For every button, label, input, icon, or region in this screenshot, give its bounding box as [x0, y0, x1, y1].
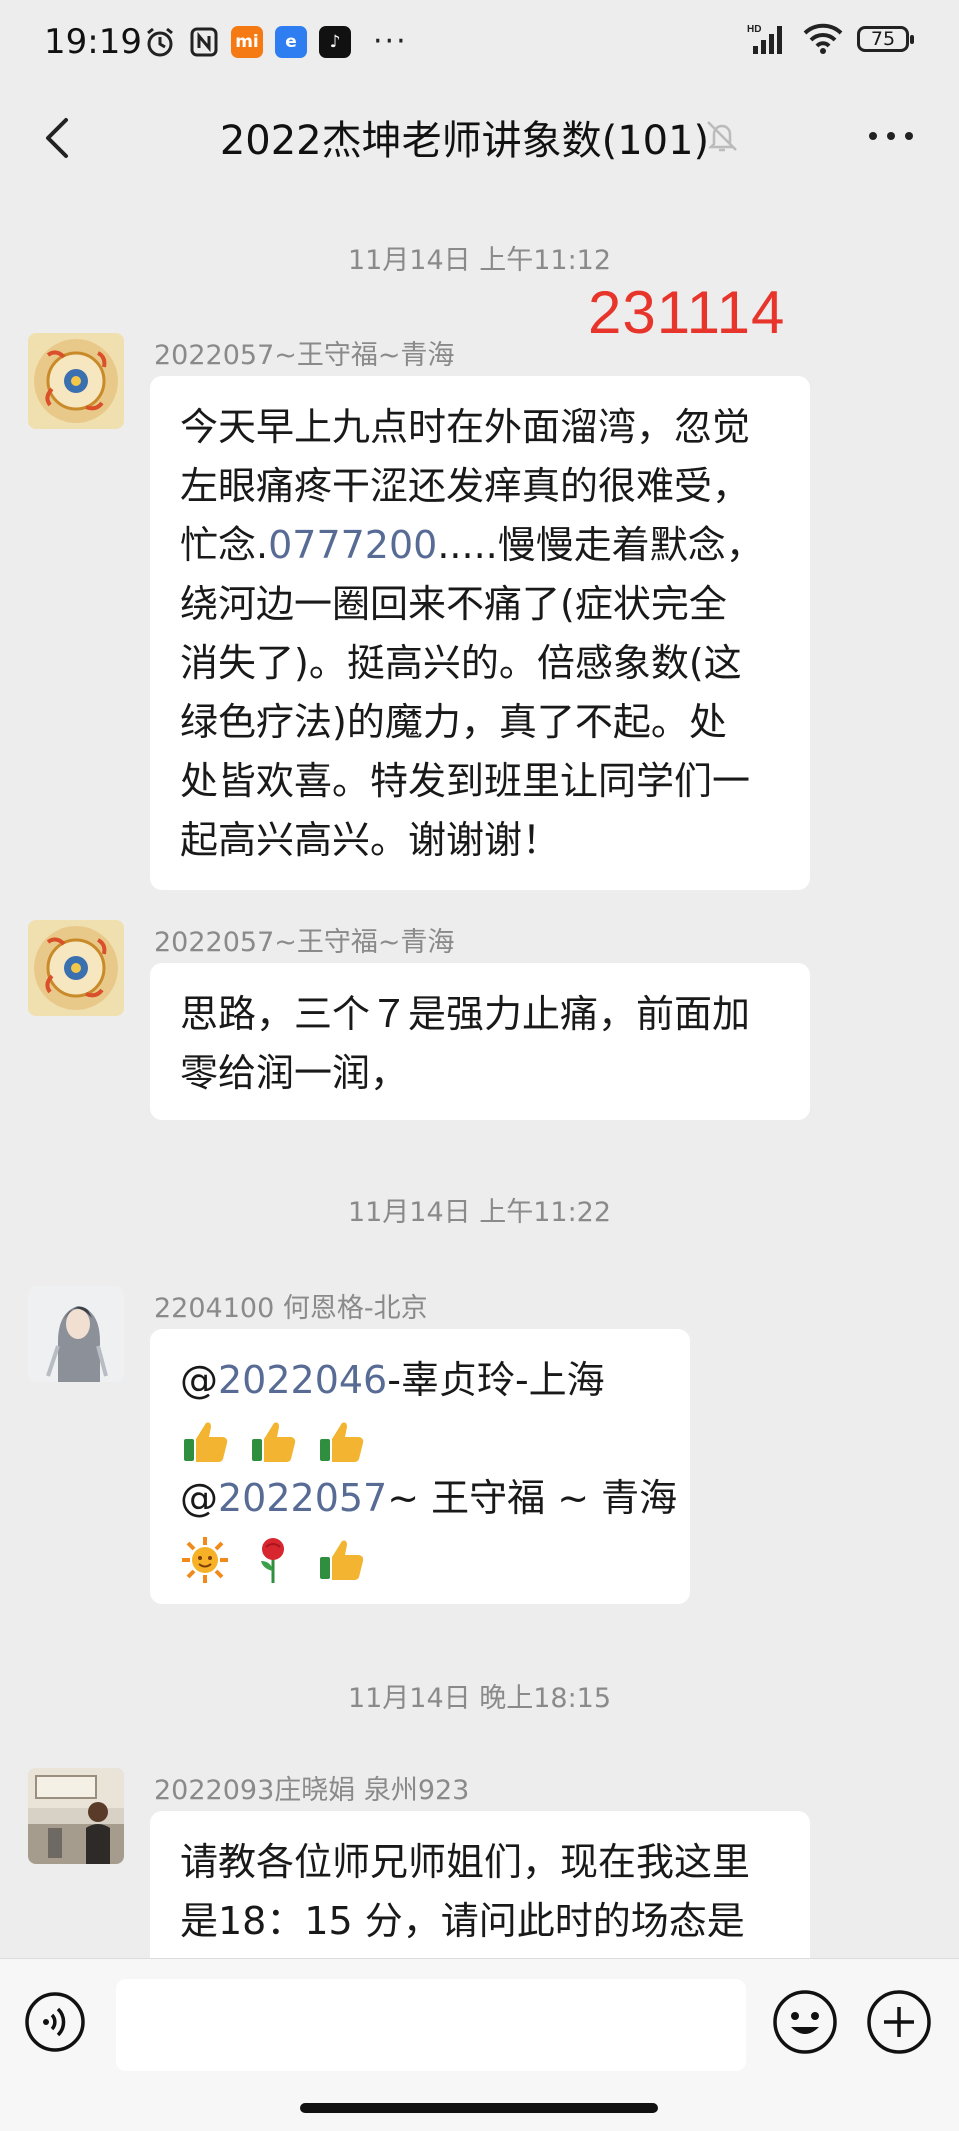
sender-name: 2022057~王守福~青海: [154, 927, 455, 958]
rose-icon: [261, 1537, 285, 1583]
phone-number-link[interactable]: 0777200: [268, 523, 437, 567]
emoji-line: [180, 1410, 660, 1469]
mute-bell-icon: [707, 121, 737, 152]
date-stamp: 231114: [588, 279, 786, 346]
message-line: 今天早上九点时在外面溜湾，忽觉: [180, 405, 751, 449]
message-line: 消失了)。挺高兴的。倍感象数(这: [180, 641, 742, 685]
battery-icon: 75: [857, 26, 914, 52]
message-list[interactable]: 11月14日 上午11:12 231114 2022057~王守福~青海 今天早…: [0, 188, 959, 1958]
clock: 19:19: [44, 22, 142, 62]
status-bar: 19:19 mi e ♪ ··· HD 75: [0, 0, 959, 88]
browser-app-icon: e: [275, 25, 307, 58]
avatar[interactable]: [28, 333, 124, 429]
message-text: @: [180, 1476, 218, 1520]
chat-header: 2022杰坤老师讲象数(101): [0, 88, 959, 188]
avatar[interactable]: [28, 1286, 124, 1382]
tiktok-app-icon: ♪: [319, 25, 351, 58]
thumbs-up-icon: [252, 1422, 296, 1462]
add-more-icon[interactable]: [866, 1989, 932, 2055]
mi-app-icon: mi: [231, 25, 263, 58]
thumbs-up-icon: [184, 1422, 228, 1462]
sun-icon: [182, 1536, 228, 1583]
mention-line: @2022046-辜贞玲-上海: [180, 1351, 660, 1410]
emoji-line: [180, 1528, 660, 1587]
thumbs-up-icon: [320, 1540, 364, 1580]
home-indicator[interactable]: [300, 2103, 658, 2113]
message-line: 处皆欢喜。特发到班里让同学们一: [180, 759, 751, 803]
svg-text:HD: HD: [747, 24, 761, 35]
sender-name: 2022093庄晓娟 泉州923: [154, 1775, 470, 1806]
message-text: 忙念.: [180, 523, 269, 567]
message-line: 请教各位师兄师姐们，现在我这里: [180, 1840, 751, 1884]
notification-icons: mi e ♪ ···: [143, 24, 408, 59]
message-line: 绿色疗法)的魔力，真了不起。处: [180, 700, 727, 744]
more-notifications-icon: ···: [373, 24, 408, 59]
message-text: @: [180, 1358, 218, 1402]
message-text: -辜贞玲-上海: [387, 1358, 605, 1402]
message-line: 绕河边一圈回来不痛了(症状完全: [180, 582, 727, 626]
message-line: 左眼痛疼干涩还发痒真的很难受，: [180, 464, 751, 508]
message-line: 零给润一润，: [180, 1051, 409, 1095]
message-input[interactable]: [116, 1979, 746, 2071]
emoji-icon[interactable]: [772, 1989, 838, 2055]
message-line: 起高兴高兴。谢谢谢！: [180, 818, 561, 862]
mention-link[interactable]: 2022046: [218, 1358, 387, 1402]
sender-name: 2022057~王守福~青海: [154, 340, 455, 371]
avatar[interactable]: [28, 920, 124, 1016]
message-bubble[interactable]: @2022046-辜贞玲-上海 @2022057~ 王守福 ~ 青海: [150, 1329, 690, 1604]
sender-name: 2204100 何恩格-北京: [154, 1293, 428, 1324]
message-bubble[interactable]: 思路，三个７是强力止痛，前面加 零给润一润，: [150, 963, 810, 1120]
nfc-icon: [190, 27, 218, 56]
system-icons: HD 75: [747, 22, 914, 56]
message-line: 忙念.0777200.....慢慢走着默念，: [180, 516, 780, 575]
message-line: 思路，三个７是强力止痛，前面加: [180, 992, 751, 1036]
mention-line: @2022057~ 王守福 ~ 青海: [180, 1469, 677, 1528]
message-bubble[interactable]: 请教各位师兄师姐们，现在我这里 是18：15 分，请问此时的场态是: [150, 1811, 810, 1958]
timestamp: 11月14日 晚上18:15: [347, 1683, 612, 1714]
timestamp: 11月14日 上午11:12: [347, 245, 612, 276]
timestamp: 11月14日 上午11:22: [347, 1197, 612, 1228]
mention-link[interactable]: 2022057: [218, 1476, 387, 1520]
message-text: .....慢慢走着默念，: [437, 523, 764, 567]
more-options-icon[interactable]: [863, 116, 919, 156]
message-line: 是18：15 分，请问此时的场态是: [180, 1899, 745, 1943]
wifi-icon: [803, 23, 843, 54]
thumbs-up-icon: [320, 1422, 364, 1462]
chat-title: 2022杰坤老师讲象数(101): [219, 118, 710, 164]
message-text: ~ 王守福 ~ 青海: [387, 1476, 678, 1520]
signal-icon: HD: [747, 24, 782, 54]
alarm-icon: [147, 27, 173, 56]
avatar[interactable]: [28, 1768, 124, 1864]
voice-input-icon[interactable]: [24, 1991, 86, 2053]
message-bubble[interactable]: 今天早上九点时在外面溜湾，忽觉 左眼痛疼干涩还发痒真的很难受， 忙念.07772…: [150, 376, 810, 890]
